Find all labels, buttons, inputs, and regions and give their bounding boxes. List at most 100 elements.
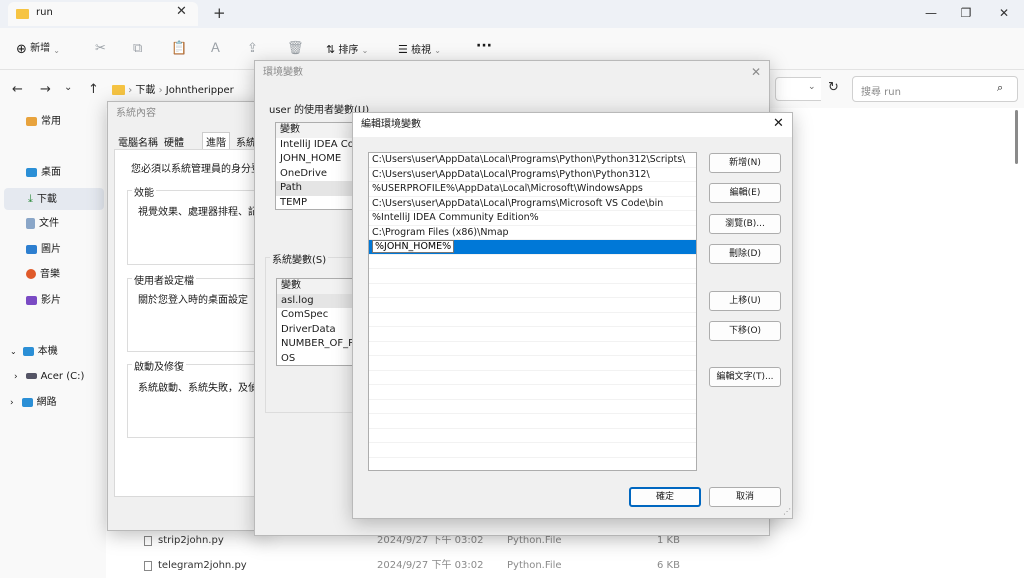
recent-chevron-icon[interactable]: ⌄ [64, 82, 72, 93]
view-button[interactable]: ☰ 檢視 ⌄ [398, 41, 441, 56]
sidebar-item-home[interactable]: 常用 [26, 111, 61, 133]
move-down-button[interactable]: 下移(O) [709, 321, 781, 341]
tab-run[interactable]: run ✕ [8, 2, 198, 26]
rename-icon[interactable]: Ａ [209, 39, 222, 59]
list-item[interactable]: C:\Program Files (x86)\Nmap [369, 226, 696, 240]
chevron-down-icon[interactable]: ⌄ [10, 347, 17, 356]
sidebar-item-downloads[interactable]: ⤓ 下載 [4, 188, 104, 210]
list-item[interactable]: C:\Users\user\AppData\Local\Programs\Pyt… [369, 168, 696, 182]
breadcrumb[interactable]: › 下載 › Johntheripper [112, 80, 260, 102]
group-label: 啟動及修復 [132, 358, 186, 373]
cut-icon[interactable]: ✂ [95, 39, 106, 59]
back-icon[interactable]: ← [12, 82, 23, 97]
breadcrumb-item-johntheripper[interactable]: Johntheripper [166, 85, 234, 96]
table-row[interactable]: telegram2john.py 2024/9/27 下午 03:02 Pyth… [140, 555, 700, 577]
sidebar-item-videos[interactable]: 影片 [26, 290, 61, 312]
list-item[interactable]: C:\Users\user\AppData\Local\Programs\Mic… [369, 197, 696, 211]
sidebar-item-label: 圖片 [41, 244, 61, 255]
group-text: 系統啟動、系統失敗，及偵錯 [138, 383, 268, 394]
delete-button[interactable]: 刪除(D) [709, 244, 781, 264]
sidebar-item-drive-c[interactable]: › Acer (C:) [14, 366, 84, 388]
search-input[interactable]: 搜尋 run ⌕ [852, 76, 1018, 102]
list-item [369, 298, 696, 313]
scrollbar[interactable] [1012, 110, 1020, 570]
list-item[interactable]: C:\Users\user\AppData\Local\Programs\Pyt… [369, 153, 696, 168]
dialog-title: 系統內容 [116, 108, 156, 119]
chevron-right-icon[interactable]: › [10, 398, 14, 408]
list-item[interactable]: %IntelliJ IDEA Community Edition% [369, 211, 696, 226]
refresh-icon[interactable]: ↻ [828, 80, 839, 95]
list-item [369, 385, 696, 400]
sidebar-item-pictures[interactable]: 圖片 [26, 239, 61, 261]
chevron-down-icon[interactable]: ⌄ [808, 82, 816, 92]
resize-grip-icon[interactable]: ⋰ [783, 507, 791, 516]
group-text: 關於您登入時的桌面設定 [138, 295, 248, 306]
edit-text-button[interactable]: 編輯文字(T)... [709, 367, 781, 387]
file-icon [144, 561, 152, 571]
close-icon[interactable]: ✕ [751, 65, 761, 79]
edit-environment-variable-dialog: 編輯環境變數 ✕ C:\Users\user\AppData\Local\Pro… [352, 112, 793, 519]
sidebar-item-label: 網路 [36, 397, 57, 408]
chevron-right-icon[interactable]: › [14, 372, 18, 382]
cancel-button[interactable]: 取消 [709, 487, 781, 507]
share-icon[interactable]: ⇪ [247, 39, 258, 59]
close-tab-icon[interactable]: ✕ [176, 4, 187, 19]
edit-button[interactable]: 編輯(E) [709, 183, 781, 203]
sidebar-item-desktop[interactable]: 桌面 [26, 162, 61, 184]
scrollbar-thumb[interactable] [1015, 110, 1018, 164]
system-vars-label: 系統變數(S) [270, 251, 329, 266]
close-icon[interactable]: ✕ [986, 3, 1022, 23]
sidebar-item-documents[interactable]: 文件 [26, 213, 59, 235]
tab-hardware[interactable]: 硬體 [164, 134, 184, 149]
folder-icon [16, 9, 29, 19]
ok-button[interactable]: 確定 [629, 487, 701, 507]
drive-icon [25, 373, 37, 379]
maximize-icon[interactable]: ❐ [948, 3, 984, 23]
file-icon [144, 536, 152, 546]
path-list[interactable]: C:\Users\user\AppData\Local\Programs\Pyt… [368, 152, 697, 471]
copy-icon[interactable]: ⧉ [133, 39, 142, 59]
list-item [369, 327, 696, 342]
delete-icon[interactable]: 🗑 [287, 39, 304, 59]
new-button[interactable]: 新增(N) [709, 153, 781, 173]
sidebar-item-label: 文件 [39, 218, 59, 229]
address-field[interactable]: ⌄ [775, 77, 821, 101]
document-icon [26, 217, 35, 229]
list-item [369, 429, 696, 443]
chevron-down-icon: ⌄ [434, 46, 441, 55]
close-icon[interactable]: ✕ [773, 116, 784, 131]
sort-button[interactable]: ⇅ 排序 ⌄ [326, 41, 368, 56]
up-icon[interactable]: ↑ [88, 82, 99, 97]
more-icon[interactable]: ··· [476, 38, 492, 54]
tab-advanced[interactable]: 進階 [202, 132, 230, 150]
file-name: strip2john.py [158, 535, 224, 546]
new-button[interactable]: ⊕ 新增 ⌄ [16, 39, 60, 57]
chevron-down-icon: ⌄ [53, 46, 60, 55]
move-up-button[interactable]: 上移(U) [709, 291, 781, 311]
path-edit-input[interactable]: %JOHN_HOME% [372, 240, 455, 253]
home-icon [26, 116, 37, 126]
list-item-editing[interactable]: %JOHN_HOME% [369, 240, 696, 255]
group-text: 視覺效果、處理器排程、記憶 [138, 207, 268, 218]
list-item [369, 356, 696, 371]
list-item[interactable]: %USERPROFILE%\AppData\Local\Microsoft\Wi… [369, 182, 696, 197]
browse-button[interactable]: 瀏覽(B)... [709, 214, 781, 234]
breadcrumb-item-downloads[interactable]: 下載 [135, 85, 155, 96]
system-properties-dialog: 系統內容 電腦名稱 硬體 進階 系統保 您必須以系統管理員的身分登 效能 視覺效… [107, 101, 268, 531]
tab-computer-name[interactable]: 電腦名稱 [118, 134, 158, 149]
view-icon: ☰ [398, 43, 408, 56]
paste-icon[interactable]: 📋 [171, 39, 187, 59]
picture-icon [26, 244, 37, 254]
search-icon: ⌕ [997, 81, 1004, 94]
group-label: 使用者設定檔 [132, 272, 196, 287]
tab-panel: 您必須以系統管理員的身分登 效能 視覺效果、處理器排程、記憶 使用者設定檔 關於… [114, 149, 268, 497]
chevron-down-icon: ⌄ [361, 46, 369, 55]
forward-icon[interactable]: → [40, 82, 51, 97]
minimize-icon[interactable]: — [913, 3, 949, 23]
sidebar-item-label: Acer (C:) [40, 371, 85, 382]
performance-group: 效能 視覺效果、處理器排程、記憶 [127, 184, 268, 265]
sidebar-item-this-pc[interactable]: ⌄ 本機 [10, 341, 58, 363]
plus-icon[interactable]: + [213, 4, 226, 22]
sidebar-item-network[interactable]: › 網路 [10, 392, 57, 414]
sidebar-item-music[interactable]: 音樂 [26, 264, 60, 286]
